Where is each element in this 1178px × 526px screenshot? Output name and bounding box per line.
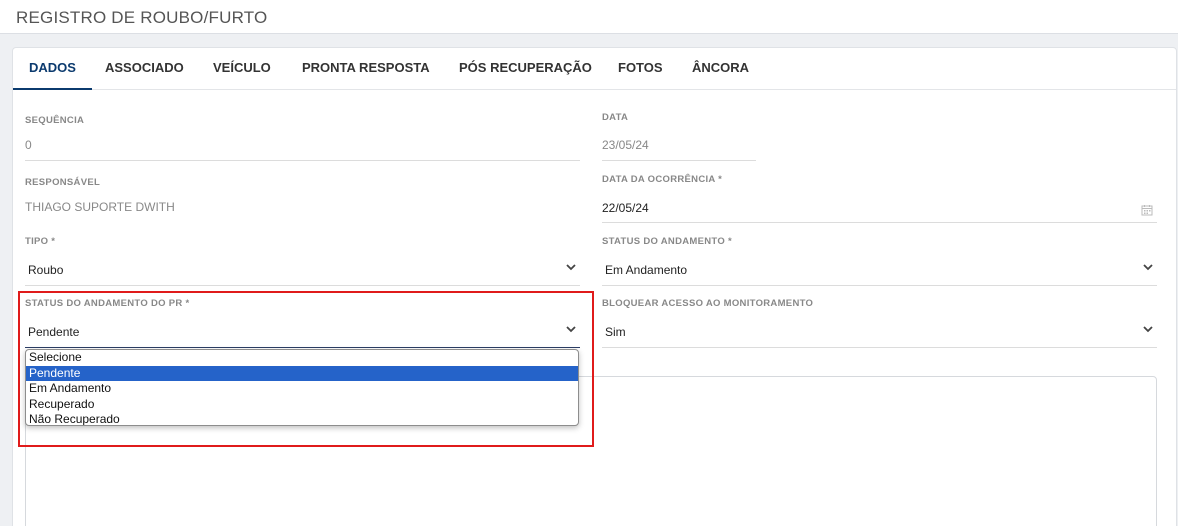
data-underline xyxy=(602,160,756,161)
dropdown-option[interactable]: Recuperado xyxy=(26,397,578,413)
status-andamento-select[interactable]: Em Andamento xyxy=(605,263,687,277)
tab-fotos[interactable]: FOTOS xyxy=(602,48,679,90)
sequencia-label: SEQUÊNCIA xyxy=(25,115,85,126)
tab-bar: DADOS ASSOCIADO VEÍCULO PRONTA RESPOSTA … xyxy=(13,48,1176,90)
page-header: REGISTRO DE ROUBO/FURTO xyxy=(0,0,1178,34)
data-label: DATA xyxy=(602,112,629,123)
page-title: REGISTRO DE ROUBO/FURTO xyxy=(16,8,268,27)
responsavel-label: RESPONSÁVEL xyxy=(25,177,101,188)
dropdown-option[interactable]: Em Andamento xyxy=(26,381,578,397)
form-card: DADOS ASSOCIADO VEÍCULO PRONTA RESPOSTA … xyxy=(12,47,1177,526)
tab-pronta-resposta[interactable]: PRONTA RESPOSTA xyxy=(286,48,446,90)
data-ocorrencia-underline xyxy=(602,222,1157,223)
chevron-down-icon[interactable] xyxy=(1142,261,1154,273)
dropdown-option-selected[interactable]: Pendente xyxy=(26,365,578,381)
bloquear-acesso-select[interactable]: Sim xyxy=(605,325,626,339)
status-andamento-underline xyxy=(602,285,1157,286)
dropdown-option[interactable]: Selecione xyxy=(26,350,578,366)
calendar-icon[interactable] xyxy=(1141,203,1153,216)
data-ocorrencia-input[interactable]: 22/05/24 xyxy=(602,201,649,215)
tipo-select[interactable]: Roubo xyxy=(28,263,63,277)
tab-veiculo[interactable]: VEÍCULO xyxy=(197,48,287,90)
bloquear-acesso-label: BLOQUEAR ACESSO AO MONITORAMENTO xyxy=(602,298,814,309)
tipo-label: TIPO * xyxy=(25,236,56,247)
chevron-down-icon[interactable] xyxy=(1142,323,1154,335)
sequencia-value: 0 xyxy=(25,138,32,152)
responsavel-value: THIAGO SUPORTE DWITH xyxy=(25,200,175,214)
tab-associado[interactable]: ASSOCIADO xyxy=(89,48,200,90)
status-pr-dropdown-list: Selecione Pendente Em Andamento Recupera… xyxy=(25,349,579,426)
tab-ancora[interactable]: ÂNCORA xyxy=(676,48,765,90)
sequencia-underline xyxy=(25,160,580,161)
dropdown-option[interactable]: Não Recuperado xyxy=(26,412,578,425)
tab-dados[interactable]: DADOS xyxy=(13,48,92,90)
status-andamento-label: STATUS DO ANDAMENTO * xyxy=(602,236,732,247)
chevron-down-icon[interactable] xyxy=(565,261,577,273)
tab-pos-recuperacao[interactable]: PÓS RECUPERAÇÃO xyxy=(443,48,608,90)
data-ocorrencia-label: DATA DA OCORRÊNCIA * xyxy=(602,174,723,185)
tipo-underline xyxy=(25,285,580,286)
data-value: 23/05/24 xyxy=(602,138,649,152)
bloquear-acesso-underline xyxy=(602,347,1157,348)
